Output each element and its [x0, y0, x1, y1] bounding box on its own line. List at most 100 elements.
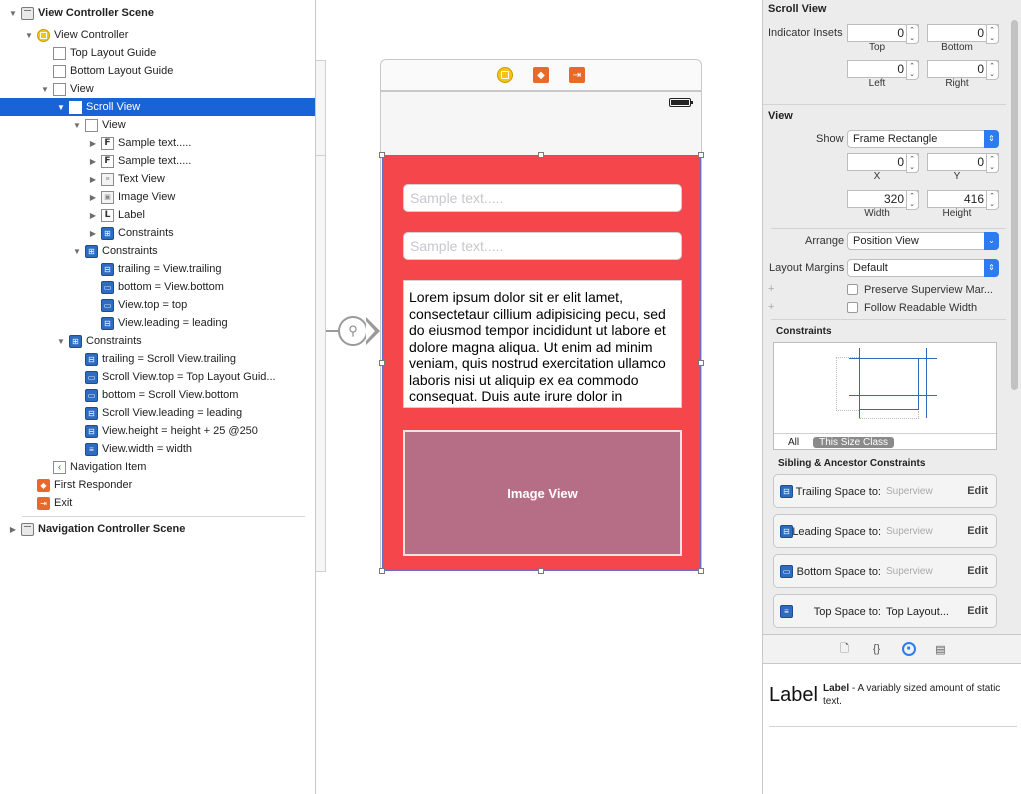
outline-row[interactable]: ⊟ Scroll View.leading = leading: [0, 404, 315, 422]
selected-view-frame[interactable]: [859, 358, 919, 410]
inset-left-field[interactable]: 0: [847, 60, 919, 80]
code-snippet-library-tab-icon[interactable]: {}: [870, 642, 884, 656]
resize-handle-top-right[interactable]: [698, 152, 704, 158]
outline-row[interactable]: ▼ Scroll View: [0, 98, 315, 116]
outline-row[interactable]: ▭ bottom = Scroll View.bottom: [0, 386, 315, 404]
disclosure-closed-icon[interactable]: ▶: [88, 210, 98, 220]
outline-row[interactable]: ⇥ Exit: [0, 494, 315, 512]
text-view[interactable]: Lorem ipsum dolor sit er elit lamet, con…: [403, 280, 682, 408]
disclosure-open-icon[interactable]: ▼: [72, 246, 82, 256]
storyboard-canvas[interactable]: ⚲ ◆ ⇥ Sample text..... Sample text..... …: [316, 0, 762, 794]
label-object-preview[interactable]: Label: [769, 684, 818, 707]
tab-this-size-class[interactable]: This Size Class: [813, 436, 895, 448]
constraint-row[interactable]: ≡ Top Space to: Top Layout... Edit: [773, 594, 997, 628]
disclosure-open-icon[interactable]: ▼: [40, 84, 50, 94]
layout-margins-popup[interactable]: Default ⇕: [847, 259, 999, 277]
outline-row[interactable]: Bottom Layout Guide: [0, 62, 315, 80]
disclosure-closed-icon[interactable]: ▶: [88, 228, 98, 238]
follow-readable-width-checkbox[interactable]: [847, 302, 858, 313]
resize-handle-bottom-left[interactable]: [379, 568, 385, 574]
constraint-edit-button[interactable]: Edit: [967, 565, 988, 577]
constraint-edit-button[interactable]: Edit: [967, 525, 988, 537]
disclosure-open-icon[interactable]: ▼: [24, 30, 34, 40]
constraint-row[interactable]: ⊟ Leading Space to: Superview Edit: [773, 514, 997, 548]
constraint-leading-line[interactable]: [859, 348, 860, 418]
inspector-scrollbar[interactable]: [1011, 20, 1018, 390]
outline-row[interactable]: ⊟ View.leading = leading: [0, 314, 315, 332]
show-popup[interactable]: Frame Rectangle ⇕: [847, 130, 999, 148]
disclosure-open-icon[interactable]: ▼: [56, 102, 66, 112]
outline-row[interactable]: ‹ Navigation Item: [0, 458, 315, 476]
outline-row[interactable]: ▼ ⊞ Constraints: [0, 332, 315, 350]
disclosure-closed-icon[interactable]: ▶: [88, 156, 98, 166]
x-field[interactable]: 0: [847, 153, 919, 173]
resize-handle-top-left[interactable]: [379, 152, 385, 158]
outline-row[interactable]: ▼ View Controller: [0, 26, 315, 44]
outline-row[interactable]: ▶ ⊞ Constraints: [0, 224, 315, 242]
outline-row[interactable]: ▶ Navigation Controller Scene: [0, 520, 315, 538]
text-field-1[interactable]: Sample text.....: [403, 184, 682, 212]
outline-row[interactable]: ▼ View Controller Scene: [0, 4, 315, 22]
plus-icon[interactable]: +: [768, 283, 774, 295]
outline-row[interactable]: ▶ F Sample text.....: [0, 152, 315, 170]
inset-right-field[interactable]: 0: [927, 60, 999, 80]
disclosure-closed-icon[interactable]: ▶: [88, 192, 98, 202]
outline-row[interactable]: ▭ bottom = View.bottom: [0, 278, 315, 296]
disclosure-open-icon[interactable]: ▼: [56, 336, 66, 346]
segue-icon[interactable]: ⚲: [338, 316, 368, 346]
object-library-tab-icon[interactable]: ■: [901, 642, 916, 656]
outline-row[interactable]: ◆ First Responder: [0, 476, 315, 494]
disclosure-closed-icon[interactable]: ▶: [8, 524, 18, 534]
first-responder-icon[interactable]: ◆: [533, 67, 549, 83]
disclosure-open-icon[interactable]: ▼: [8, 8, 18, 18]
tab-all[interactable]: All: [788, 437, 799, 448]
outline-row[interactable]: ≡ View.width = width: [0, 440, 315, 458]
y-field[interactable]: 0: [927, 153, 999, 173]
resize-handle-right[interactable]: [698, 360, 704, 366]
resize-handle-top[interactable]: [538, 152, 544, 158]
outline-row[interactable]: ▼ ⊞ Constraints: [0, 242, 315, 260]
constraint-row[interactable]: ⊟ Trailing Space to: Superview Edit: [773, 474, 997, 508]
disclosure-closed-icon[interactable]: ▶: [88, 138, 98, 148]
view-controller-icon[interactable]: [497, 67, 513, 83]
outline-row[interactable]: ▼ View: [0, 116, 315, 134]
file-template-library-tab-icon[interactable]: 🗋: [838, 642, 852, 656]
inset-bottom-field[interactable]: 0: [927, 24, 999, 44]
constraint-edit-button[interactable]: Edit: [967, 605, 988, 617]
constraint-bottom-line[interactable]: [849, 395, 937, 396]
outline-row[interactable]: ▭ View.top = top: [0, 296, 315, 314]
resize-handle-left[interactable]: [379, 360, 385, 366]
constraints-diagram[interactable]: All This Size Class: [773, 342, 997, 450]
disclosure-closed-icon[interactable]: ▶: [88, 174, 98, 184]
outline-row[interactable]: ▶ ≡ Text View: [0, 170, 315, 188]
width-field[interactable]: 320: [847, 190, 919, 210]
disclosure-open-icon[interactable]: ▼: [72, 120, 82, 130]
outline-row[interactable]: Top Layout Guide: [0, 44, 315, 62]
scroll-view[interactable]: Sample text..... Sample text..... Lorem …: [379, 152, 704, 574]
inset-top-field[interactable]: 0: [847, 24, 919, 44]
image-view[interactable]: Image View: [403, 430, 682, 556]
outline-row[interactable]: ⊟ trailing = Scroll View.trailing: [0, 350, 315, 368]
text-field-2[interactable]: Sample text.....: [403, 232, 682, 260]
outline-row[interactable]: ▶ L Label: [0, 206, 315, 224]
resize-handle-bottom[interactable]: [538, 568, 544, 574]
constraint-edit-button[interactable]: Edit: [967, 485, 988, 497]
plus-icon[interactable]: +: [768, 301, 774, 313]
preserve-superview-margins-checkbox[interactable]: [847, 284, 858, 295]
outline-row[interactable]: ▶ ▣ Image View: [0, 188, 315, 206]
constraint-row[interactable]: ▭ Bottom Space to: Superview Edit: [773, 554, 997, 588]
media-library-tab-icon[interactable]: ▤: [934, 642, 948, 656]
outline-row[interactable]: ▭ Scroll View.top = Top Layout Guid...: [0, 368, 315, 386]
constraint-bottom-icon: ▭: [85, 388, 98, 402]
constraint-top-line[interactable]: [849, 358, 937, 359]
height-field[interactable]: 416: [927, 190, 999, 210]
arrange-popup[interactable]: Position View ⌄: [847, 232, 999, 250]
exit-icon[interactable]: ⇥: [569, 67, 585, 83]
outline-row[interactable]: ⊟ View.height = height + 25 @250: [0, 422, 315, 440]
view-icon: [85, 118, 98, 132]
outline-row[interactable]: ▼ View: [0, 80, 315, 98]
constraint-trailing-line[interactable]: [926, 348, 927, 418]
outline-row[interactable]: ⊟ trailing = View.trailing: [0, 260, 315, 278]
resize-handle-bottom-right[interactable]: [698, 568, 704, 574]
outline-row[interactable]: ▶ F Sample text.....: [0, 134, 315, 152]
